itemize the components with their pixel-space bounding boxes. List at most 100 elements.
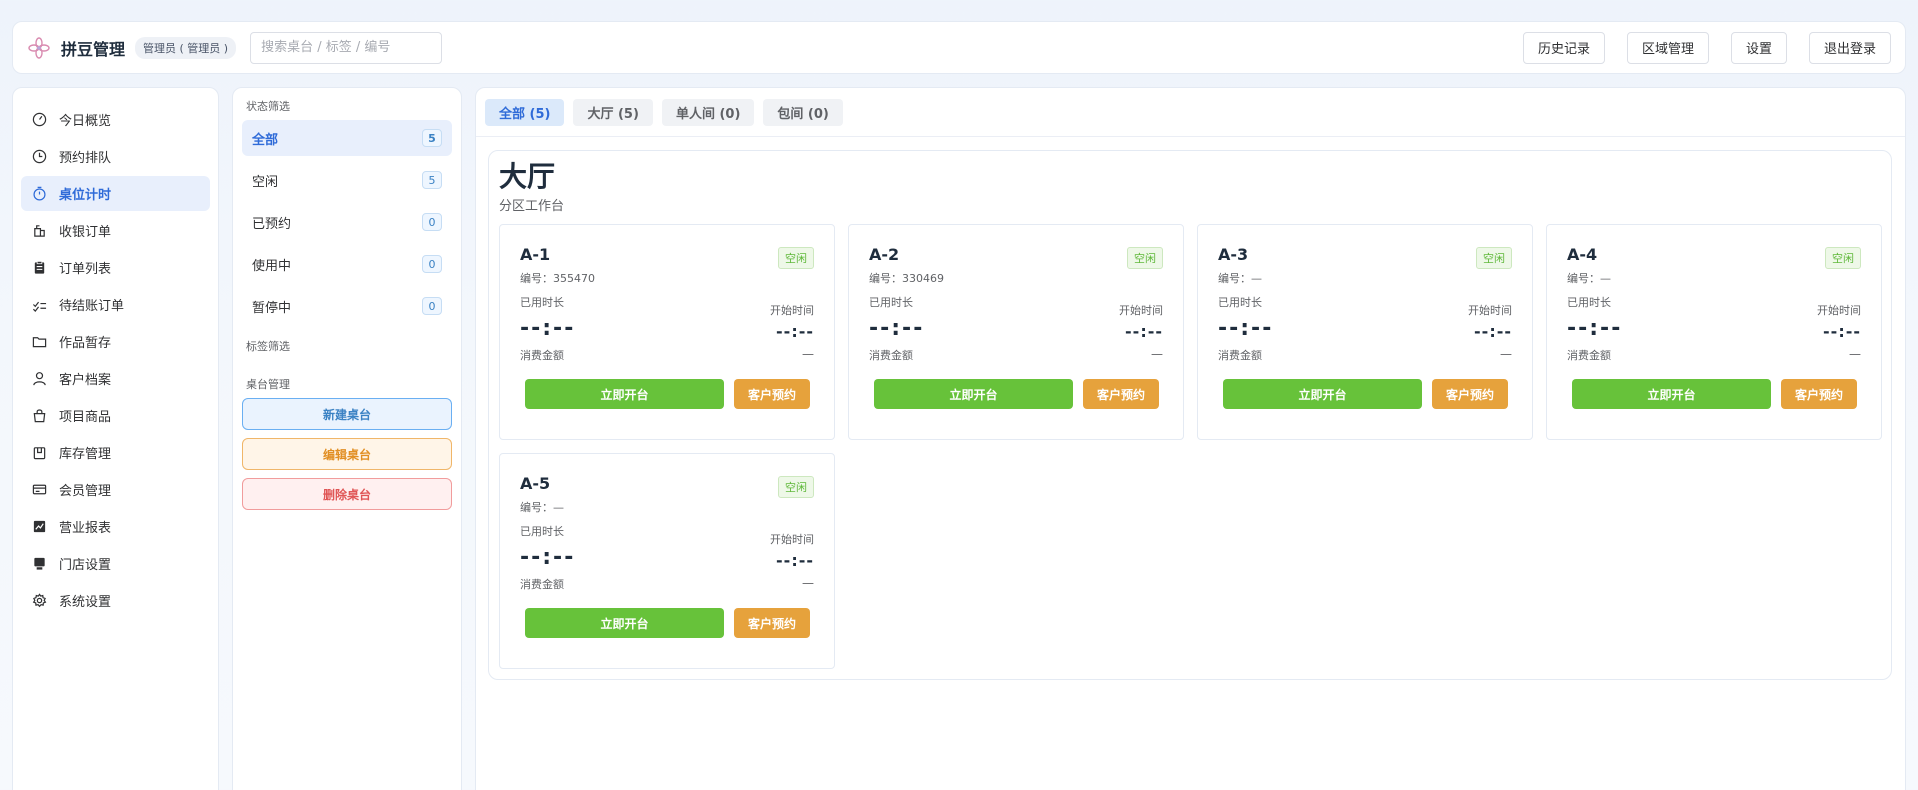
sidebar-item-artwork-storage[interactable]: 作品暂存 (21, 324, 210, 359)
sidebar-item-label: 门店设置 (59, 558, 112, 573)
start-value: --:-- (1474, 322, 1512, 341)
duration-value: --:-- (869, 316, 925, 341)
customer-booking-button[interactable]: 客户预约 (734, 379, 810, 409)
store-icon (31, 556, 47, 572)
table-card[interactable]: A-1 空闲 编号：355470 已用时长 --:-- 开始时间 --:-- 消… (499, 224, 835, 440)
sidebar-item-label: 客户档案 (59, 373, 112, 388)
new-table-button[interactable]: 新建桌台 (242, 398, 452, 430)
status-badge: 空闲 (1127, 247, 1163, 269)
delete-table-button[interactable]: 删除桌台 (242, 478, 452, 510)
amount-label: 消费金额 (520, 349, 564, 362)
sidebar-item-customers[interactable]: 客户档案 (21, 361, 210, 396)
sidebar-item-label: 待结账订单 (59, 299, 125, 314)
clock-icon (31, 149, 47, 165)
sidebar-item-label: 预约排队 (59, 151, 112, 166)
search-input[interactable] (250, 31, 443, 64)
filter-idle[interactable]: 空闲 5 (242, 162, 452, 198)
filter-reserved[interactable]: 已预约 0 (242, 204, 452, 240)
customer-booking-button[interactable]: 客户预约 (1432, 379, 1508, 409)
start-value: --:-- (1125, 322, 1163, 341)
edit-table-button[interactable]: 编辑桌台 (242, 438, 452, 470)
sidebar-item-label: 桌位计时 (59, 188, 112, 203)
filter-all[interactable]: 全部 5 (242, 120, 452, 156)
sidebar-item-members[interactable]: 会员管理 (21, 472, 210, 507)
folder-icon (31, 334, 47, 350)
open-table-button[interactable]: 立即开台 (1223, 379, 1422, 409)
sidebar-item-system-settings[interactable]: 系统设置 (21, 583, 210, 618)
zone-subtitle: 分区工作台 (499, 199, 565, 214)
filter-paused[interactable]: 暂停中 0 (242, 288, 452, 324)
chart-icon (31, 519, 47, 535)
table-card[interactable]: A-3 空闲 编号：— 已用时长 --:-- 开始时间 --:-- 消费金额 —… (1197, 224, 1533, 440)
filter-label: 暂停中 (252, 300, 292, 316)
sidebar-item-products[interactable]: 项目商品 (21, 398, 210, 433)
sidebar: 今日概览 预约排队 桌位计时 收银订单 订单列表 待结账订单 作品暂存 客户档案… (12, 87, 219, 790)
open-table-button[interactable]: 立即开台 (874, 379, 1073, 409)
logout-button[interactable]: 退出登录 (1808, 31, 1891, 64)
table-name: A-1 (520, 245, 551, 264)
filter-in-use[interactable]: 使用中 0 (242, 246, 452, 282)
clipboard-icon (31, 260, 47, 276)
duration-label: 已用时长 (1218, 296, 1262, 309)
table-code: 编号：— (1218, 272, 1262, 285)
customer-booking-button[interactable]: 客户预约 (1083, 379, 1159, 409)
history-button[interactable]: 历史记录 (1522, 31, 1605, 64)
filter-label: 已预约 (252, 216, 292, 232)
sidebar-item-label: 库存管理 (59, 447, 112, 462)
start-value: --:-- (1823, 322, 1861, 341)
count-badge: 0 (422, 297, 442, 315)
sidebar-item-inventory[interactable]: 库存管理 (21, 435, 210, 470)
duration-value: --:-- (520, 545, 576, 570)
settings-button[interactable]: 设置 (1730, 31, 1787, 64)
duration-label: 已用时长 (1567, 296, 1611, 309)
amount-value: — (1151, 347, 1163, 361)
bag-icon (31, 408, 47, 424)
table-code: 编号：355470 (520, 272, 595, 285)
customer-booking-button[interactable]: 客户预约 (1781, 379, 1857, 409)
top-bar: 拼豆管理 管理员 ( 管理员 ) 历史记录 区域管理 设置 退出登录 (12, 21, 1906, 74)
sidebar-item-label: 项目商品 (59, 410, 112, 425)
zone-section: 大厅 分区工作台 A-1 空闲 编号：355470 已用时长 --:-- 开始时… (488, 150, 1892, 680)
open-table-button[interactable]: 立即开台 (525, 379, 724, 409)
start-label: 开始时间 (770, 304, 814, 317)
sidebar-item-label: 作品暂存 (59, 336, 112, 351)
amount-label: 消费金额 (520, 578, 564, 591)
count-badge: 0 (422, 213, 442, 231)
table-code: 编号：— (1567, 272, 1611, 285)
flower-logo-icon (27, 36, 51, 60)
start-label: 开始时间 (1817, 304, 1861, 317)
zone-tabs: 全部 (5) 大厅 (5) 单人间 (0) 包间 (0) (476, 88, 1905, 137)
sidebar-item-label: 今日概览 (59, 114, 112, 129)
table-card[interactable]: A-5 空闲 编号：— 已用时长 --:-- 开始时间 --:-- 消费金额 —… (499, 453, 835, 669)
status-badge: 空闲 (1476, 247, 1512, 269)
cashier-icon (31, 223, 47, 239)
tab-private-room[interactable]: 包间 (0) (763, 98, 843, 126)
customer-booking-button[interactable]: 客户预约 (734, 608, 810, 638)
tab-all[interactable]: 全部 (5) (485, 98, 565, 126)
sidebar-item-reports[interactable]: 营业报表 (21, 509, 210, 544)
tag-filter-title: 标签筛选 (246, 340, 290, 353)
sidebar-item-cashier[interactable]: 收银订单 (21, 213, 210, 248)
sidebar-item-table-timer[interactable]: 桌位计时 (21, 176, 210, 211)
duration-label: 已用时长 (520, 296, 564, 309)
table-card[interactable]: A-4 空闲 编号：— 已用时长 --:-- 开始时间 --:-- 消费金额 —… (1546, 224, 1882, 440)
open-table-button[interactable]: 立即开台 (1572, 379, 1771, 409)
tab-single-room[interactable]: 单人间 (0) (661, 98, 755, 126)
amount-value: — (802, 576, 814, 590)
table-card[interactable]: A-2 空闲 编号：330469 已用时长 --:-- 开始时间 --:-- 消… (848, 224, 1184, 440)
sidebar-item-orders[interactable]: 订单列表 (21, 250, 210, 285)
sidebar-item-overview[interactable]: 今日概览 (21, 102, 210, 137)
sidebar-item-store-settings[interactable]: 门店设置 (21, 546, 210, 581)
sidebar-item-label: 收银订单 (59, 225, 112, 240)
stopwatch-icon (31, 186, 47, 202)
role-badge: 管理员 ( 管理员 ) (135, 36, 237, 59)
zone-management-button[interactable]: 区域管理 (1626, 31, 1709, 64)
sidebar-item-pending-checkout[interactable]: 待结账订单 (21, 287, 210, 322)
count-badge: 5 (422, 129, 442, 147)
table-name: A-5 (520, 474, 551, 493)
tab-hall[interactable]: 大厅 (5) (573, 98, 653, 126)
open-table-button[interactable]: 立即开台 (525, 608, 724, 638)
box-icon (31, 445, 47, 461)
dashboard-icon (31, 112, 47, 128)
sidebar-item-reservation[interactable]: 预约排队 (21, 139, 210, 174)
